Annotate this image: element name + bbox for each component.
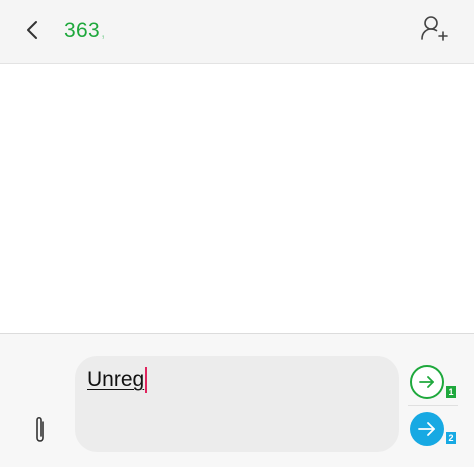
- message-composer: Unreg 1 2: [0, 333, 474, 467]
- app-header: 363,: [0, 0, 474, 64]
- recipient-field[interactable]: 363,: [64, 19, 106, 43]
- recipient-separator: ,: [100, 24, 106, 41]
- chevron-left-icon: [27, 21, 37, 39]
- arrow-right-icon: [418, 422, 435, 436]
- conversation-area: [0, 65, 474, 332]
- send-sim1-button[interactable]: [410, 365, 444, 399]
- sim1-badge: 1: [446, 386, 456, 398]
- send-sim2-button[interactable]: [410, 412, 444, 446]
- message-input[interactable]: Unreg: [75, 356, 399, 452]
- add-contact-button[interactable]: [418, 12, 450, 44]
- send-divider: [408, 405, 458, 406]
- sim2-badge: 2: [446, 432, 456, 444]
- add-person-icon: [421, 16, 448, 41]
- paperclip-icon: [36, 416, 44, 442]
- recipient-number: 363: [64, 19, 100, 42]
- back-button[interactable]: [20, 14, 48, 46]
- arrow-right-icon: [419, 376, 434, 388]
- message-text-value: Unreg: [87, 368, 145, 391]
- text-caret: [145, 367, 148, 393]
- attach-button[interactable]: [28, 414, 52, 448]
- message-text: Unreg: [87, 367, 148, 393]
